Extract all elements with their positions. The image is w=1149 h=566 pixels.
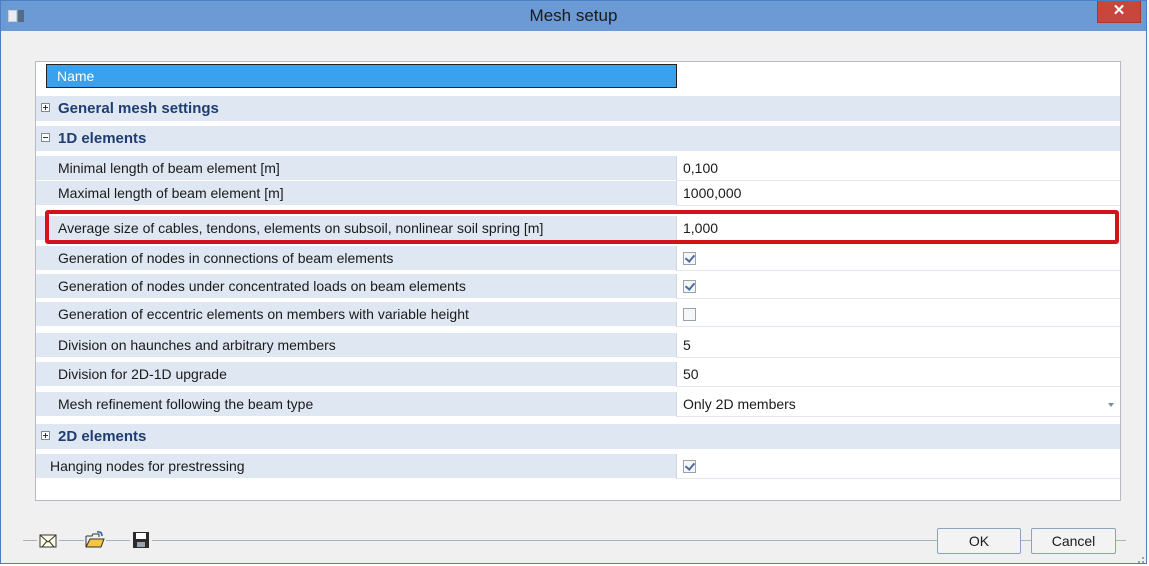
chevron-down-icon[interactable]	[1108, 403, 1114, 407]
prop-value-input[interactable]: 50	[676, 362, 1120, 387]
prop-value-cell	[676, 274, 1120, 299]
mesh-refinement-select[interactable]: Only 2D members	[676, 392, 1120, 417]
prop-value-input[interactable]: 5	[676, 333, 1120, 358]
prop-value-input[interactable]: 0,100	[676, 156, 1120, 181]
prop-label: Minimal length of beam element [m]	[36, 156, 676, 181]
checkbox[interactable]	[683, 307, 696, 321]
category-1d-elements[interactable]: 1D elements	[36, 126, 1120, 151]
mail-icon[interactable]	[37, 529, 59, 551]
prop-value-input[interactable]: 1000,000	[676, 181, 1120, 206]
save-icon[interactable]	[130, 529, 152, 551]
prop-row-min-length: Minimal length of beam element [m] 0,100	[36, 156, 1120, 181]
prop-value-cell	[676, 454, 1120, 479]
prop-label: Maximal length of beam element [m]	[36, 181, 676, 206]
mesh-setup-dialog: Mesh setup ✕ Name General mesh settings …	[0, 0, 1147, 564]
property-grid: Name General mesh settings 1D elements M…	[35, 61, 1121, 501]
category-label: General mesh settings	[36, 96, 1120, 121]
checkbox[interactable]	[683, 279, 696, 293]
prop-label: Mesh refinement following the beam type	[36, 392, 676, 417]
select-value: Only 2D members	[683, 396, 796, 412]
prop-row-nodes-concentrated-loads: Generation of nodes under concentrated l…	[36, 274, 1120, 299]
collapse-icon[interactable]	[41, 133, 50, 142]
prop-label: Generation of nodes under concentrated l…	[36, 274, 676, 299]
prop-row-mesh-refinement: Mesh refinement following the beam type …	[36, 392, 1120, 417]
prop-row-nodes-connections: Generation of nodes in connections of be…	[36, 246, 1120, 271]
prop-label: Division for 2D-1D upgrade	[36, 362, 676, 387]
prop-label: Generation of nodes in connections of be…	[36, 246, 676, 271]
header-name-cell: Name	[46, 64, 677, 88]
expand-icon[interactable]	[41, 431, 50, 440]
prop-label: Generation of eccentric elements on memb…	[36, 302, 676, 327]
checkbox[interactable]	[683, 251, 696, 265]
title-bar[interactable]: Mesh setup ✕	[1, 1, 1146, 31]
bottom-toolbar: OK Cancel	[1, 519, 1146, 565]
prop-label: Hanging nodes for prestressing	[36, 454, 676, 479]
expand-icon[interactable]	[41, 103, 50, 112]
prop-row-eccentric-elements: Generation of eccentric elements on memb…	[36, 302, 1120, 327]
prop-value-cell	[676, 302, 1120, 327]
prop-row-division-haunches: Division on haunches and arbitrary membe…	[36, 333, 1120, 358]
ok-button[interactable]: OK	[937, 528, 1021, 554]
category-2d-elements[interactable]: 2D elements	[36, 424, 1120, 449]
open-folder-icon[interactable]	[84, 529, 106, 551]
highlight-box	[45, 210, 1119, 244]
category-general-mesh-settings[interactable]: General mesh settings	[36, 96, 1120, 121]
cancel-button[interactable]: Cancel	[1031, 528, 1116, 554]
resize-grip-icon[interactable]	[1134, 553, 1144, 563]
category-label: 2D elements	[36, 424, 1120, 449]
prop-label: Division on haunches and arbitrary membe…	[36, 333, 676, 358]
category-label: 1D elements	[36, 126, 1120, 151]
prop-row-max-length: Maximal length of beam element [m] 1000,…	[36, 181, 1120, 206]
checkbox[interactable]	[683, 459, 696, 473]
prop-row-division-2d-1d: Division for 2D-1D upgrade 50	[36, 362, 1120, 387]
prop-value-cell	[676, 246, 1120, 271]
prop-row-hanging-nodes: Hanging nodes for prestressing	[36, 454, 1120, 479]
close-button[interactable]: ✕	[1097, 1, 1141, 23]
window-title: Mesh setup	[529, 6, 618, 25]
grid-header-row[interactable]: Name	[36, 64, 1120, 89]
